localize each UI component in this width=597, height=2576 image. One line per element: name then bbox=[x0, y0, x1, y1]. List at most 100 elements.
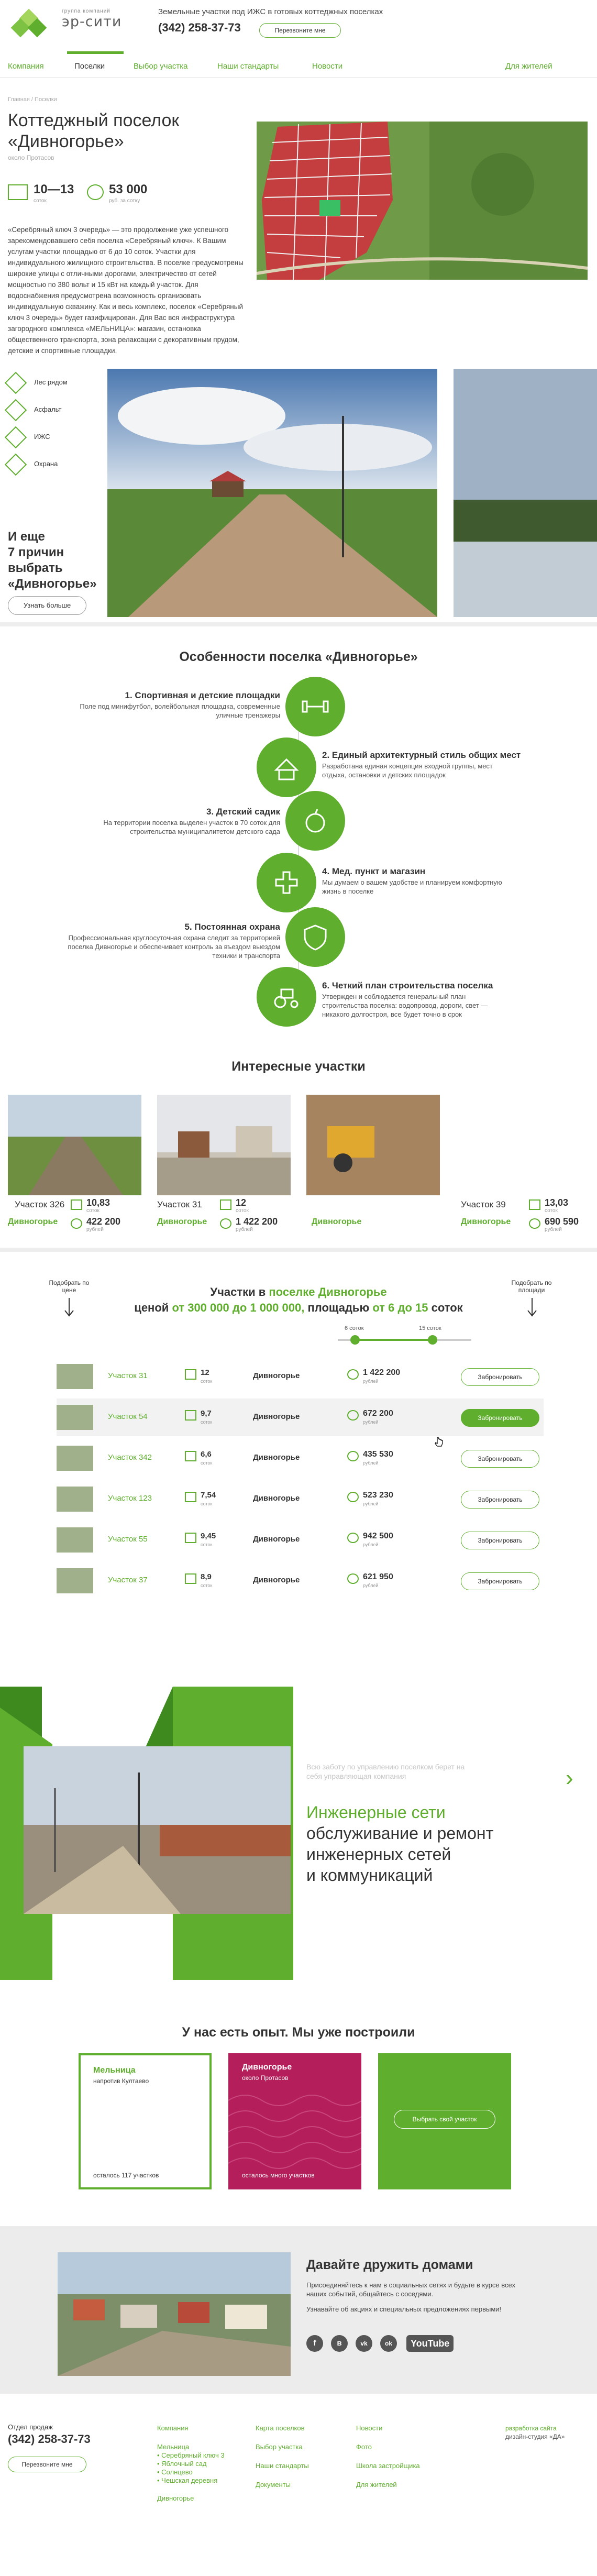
plot-row[interactable]: Участок 31 12 соток Дивногорье 1 422 200 рубл… bbox=[57, 1358, 544, 1395]
footer-link-village[interactable]: • Яблочный сад bbox=[157, 2460, 207, 2468]
youtube-icon[interactable]: YouTube bbox=[406, 2335, 454, 2352]
plot-thumbnail[interactable] bbox=[57, 1446, 93, 1471]
footer-link-photo[interactable]: Фото bbox=[356, 2443, 372, 2451]
plot-price: 942 500 bbox=[363, 1532, 393, 1540]
village-plots-left: осталось много участков bbox=[242, 2172, 315, 2179]
plot-thumbnail[interactable] bbox=[57, 1568, 93, 1593]
plot-row[interactable]: Участок 55 9,45 соток Дивногорье 942 500 рубл… bbox=[57, 1521, 544, 1559]
engineering-photo[interactable] bbox=[24, 1746, 291, 1914]
reserve-button[interactable]: Забронировать bbox=[461, 1450, 539, 1468]
village-card-melnitsa[interactable]: Мельница напротив Култаево осталось 117 … bbox=[79, 2053, 212, 2189]
footer-link-company[interactable]: Компания bbox=[157, 2424, 189, 2432]
plot-card-village[interactable]: Дивногорье bbox=[8, 1217, 58, 1227]
footer-link-news[interactable]: Новости bbox=[356, 2424, 382, 2432]
footer-link-choose-plot[interactable]: Выбор участка bbox=[256, 2443, 303, 2451]
advantage-title: 5. Постоянная охрана bbox=[184, 922, 280, 932]
plot-card-village[interactable]: Дивногорье bbox=[312, 1217, 361, 1227]
vk-icon[interactable]: vk bbox=[356, 2335, 372, 2352]
filter-area-range[interactable]: от 6 до 15 bbox=[372, 1301, 428, 1314]
intro-description: «Серебряный ключ 3 очередь» — это продол… bbox=[8, 226, 244, 355]
plot-card-name[interactable]: Участок 31 bbox=[157, 1199, 202, 1210]
reserve-button[interactable]: Забронировать bbox=[461, 1491, 539, 1509]
price-icon bbox=[87, 184, 104, 200]
plot-name[interactable]: Участок 55 bbox=[108, 1535, 148, 1544]
houses-photo bbox=[157, 1095, 291, 1195]
filter-price-range[interactable]: от 300 000 до 1 000 000, bbox=[172, 1301, 304, 1314]
vkontakte-icon[interactable]: в bbox=[331, 2335, 348, 2352]
developer-credit[interactable]: разработка сайта дизайн-студия «ДА» bbox=[505, 2424, 565, 2441]
filter-heading-village[interactable]: поселке Дивногорье bbox=[269, 1285, 386, 1298]
reserve-button[interactable]: Забронировать bbox=[461, 1572, 539, 1590]
plot-card-name[interactable]: Участок 39 bbox=[461, 1199, 506, 1210]
village-map[interactable] bbox=[257, 122, 588, 280]
plot-card-village[interactable]: Дивногорье bbox=[157, 1217, 207, 1227]
nav-item-villages[interactable]: Поселки bbox=[74, 62, 105, 71]
gallery-side-photo[interactable] bbox=[454, 369, 597, 617]
advantage-title: 3. Детский садик bbox=[206, 807, 280, 817]
page-title: Коттеджный поселок «Дивногорье» bbox=[8, 110, 179, 152]
choose-plot-button[interactable]: Выбрать свой участок bbox=[394, 2110, 495, 2129]
map-graphic bbox=[257, 122, 588, 280]
plot-card-photo[interactable] bbox=[306, 1095, 440, 1195]
plot-row[interactable]: Участок 342 6,6 соток Дивногорье 435 530 рубл… bbox=[57, 1439, 544, 1477]
plot-thumbnail[interactable] bbox=[57, 1487, 93, 1512]
area-slider-min-handle[interactable] bbox=[350, 1335, 360, 1345]
facebook-icon[interactable]: f bbox=[306, 2335, 323, 2352]
plot-thumbnail[interactable] bbox=[57, 1405, 93, 1430]
plot-row[interactable]: Участок 123 7,54 соток Дивногорье 523 230 руб… bbox=[57, 1480, 544, 1518]
plot-row[interactable]: Участок 54 9,7 соток Дивногорье 672 200 рубле… bbox=[57, 1399, 544, 1436]
choose-plot-card: Выбрать свой участок bbox=[378, 2053, 511, 2189]
carousel-prev-icon[interactable]: ‹ bbox=[16, 1818, 24, 1844]
nav-item-standards[interactable]: Наши стандарты bbox=[217, 62, 279, 71]
footer-link-village[interactable]: • Чешская деревня bbox=[157, 2476, 217, 2484]
footer-link-village[interactable]: • Серебряный ключ 3 bbox=[157, 2451, 225, 2459]
nav-item-choose-plot[interactable]: Выбор участка bbox=[134, 62, 188, 71]
nav-item-company[interactable]: Компания bbox=[8, 62, 44, 71]
footer-link-residents[interactable]: Для жителей bbox=[356, 2481, 397, 2489]
reserve-button[interactable]: Забронировать bbox=[461, 1532, 539, 1549]
footer-callback-button[interactable]: Перезвоните мне bbox=[8, 2457, 86, 2472]
footer-link-melnitsa[interactable]: Мельница bbox=[157, 2443, 189, 2451]
footer-link-documents[interactable]: Документы bbox=[256, 2481, 291, 2489]
logo[interactable] bbox=[10, 8, 58, 41]
callback-button[interactable]: Перезвоните мне bbox=[259, 23, 341, 38]
odnoklassniki-icon[interactable]: ok bbox=[380, 2335, 397, 2352]
area-icon bbox=[8, 184, 28, 200]
nav-item-residents[interactable]: Для жителей bbox=[505, 62, 552, 71]
footer-phone[interactable]: (342) 258-37-73 bbox=[8, 2432, 91, 2446]
plot-village: Дивногорье bbox=[253, 1371, 300, 1380]
footer-link-divnogorie[interactable]: Дивногорье bbox=[157, 2494, 194, 2502]
learn-more-button[interactable]: Узнать больше bbox=[8, 596, 86, 615]
plot-name[interactable]: Участок 123 bbox=[108, 1494, 152, 1503]
plot-card-photo[interactable] bbox=[8, 1095, 141, 1195]
plot-row[interactable]: Участок 37 8,9 соток Дивногорье 621 950 рубле… bbox=[57, 1562, 544, 1600]
engineering-title-line: и коммуникаций bbox=[306, 1866, 433, 1885]
plot-card-name[interactable]: Участок 326 bbox=[15, 1199, 64, 1210]
village-card-divnogorie[interactable]: Дивногорье около Протасов осталось много… bbox=[228, 2053, 361, 2189]
plot-name[interactable]: Участок 342 bbox=[108, 1453, 152, 1462]
plot-thumbnail[interactable] bbox=[57, 1364, 93, 1389]
plot-name[interactable]: Участок 31 bbox=[108, 1371, 148, 1380]
footer-link-village[interactable]: • Солнцево bbox=[157, 2468, 193, 2476]
reserve-button[interactable]: Забронировать bbox=[461, 1368, 539, 1386]
plot-card-village[interactable]: Дивногорье bbox=[461, 1217, 511, 1227]
village-aerial-photo[interactable] bbox=[58, 2252, 291, 2376]
footer-link-school[interactable]: Школа застройщика bbox=[356, 2462, 420, 2470]
dumbbell-icon bbox=[285, 677, 345, 736]
area-slider[interactable] bbox=[338, 1335, 471, 1345]
plot-card-photo[interactable] bbox=[157, 1095, 291, 1195]
plot-name[interactable]: Участок 37 bbox=[108, 1576, 148, 1584]
carousel-next-icon[interactable]: › bbox=[566, 1765, 573, 1791]
plot-name[interactable]: Участок 54 bbox=[108, 1412, 148, 1421]
area-slider-max-handle[interactable] bbox=[428, 1335, 437, 1345]
gallery-main-photo[interactable] bbox=[107, 369, 437, 617]
nav-item-news[interactable]: Новости bbox=[312, 62, 342, 71]
footer-link-map[interactable]: Карта поселков bbox=[256, 2424, 305, 2432]
footer-link-standards[interactable]: Наши стандарты bbox=[256, 2462, 309, 2470]
breadcrumb[interactable]: Главная / Поселки bbox=[8, 96, 57, 103]
header-phone[interactable]: (342) 258-37-73 bbox=[158, 21, 241, 35]
reserve-button[interactable]: Забронировать bbox=[461, 1409, 539, 1427]
road-photo bbox=[107, 369, 437, 617]
plot-thumbnail[interactable] bbox=[57, 1527, 93, 1553]
plot-price-unit: рублей bbox=[363, 1460, 379, 1466]
